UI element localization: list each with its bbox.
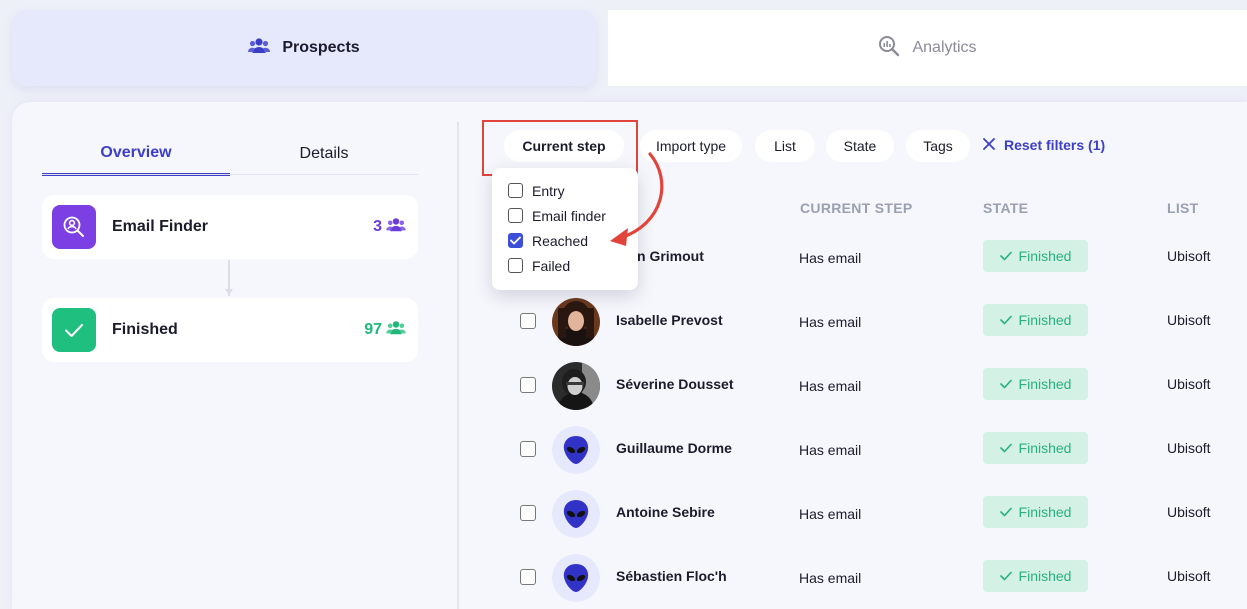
status-badge-label: Finished [1018, 312, 1072, 328]
column-header-list[interactable]: LIST [1167, 200, 1199, 216]
avatar [552, 362, 600, 410]
reset-filters-label: Reset filters (1) [1004, 137, 1106, 153]
row-checkbox[interactable] [520, 377, 536, 393]
filter-list[interactable]: List [755, 130, 815, 162]
top-tabs: Prospects Analytics [12, 10, 1247, 90]
check-icon [999, 568, 1012, 584]
prospect-list: Ubisoft [1167, 440, 1211, 456]
check-icon [999, 504, 1012, 520]
prospect-list: Ubisoft [1167, 376, 1211, 392]
status-badge: Finished [983, 304, 1088, 336]
prospect-name: Séverine Dousset [616, 376, 734, 392]
prospect-current-step: Has email [799, 314, 862, 330]
main-panel: Overview Details Email Finder 3 Finished… [12, 102, 1247, 609]
table-row[interactable]: Isabelle Prevost Has email Finished Ubis… [502, 290, 1247, 354]
check-icon [52, 308, 96, 352]
option-checkbox[interactable] [508, 183, 523, 198]
step-card-email-finder[interactable]: Email Finder 3 [42, 195, 418, 259]
filter-tags[interactable]: Tags [906, 130, 970, 162]
row-checkbox[interactable] [520, 313, 536, 329]
prospect-current-step: Has email [799, 378, 862, 394]
tab-analytics-label: Analytics [912, 39, 977, 56]
prospect-current-step: Has email [799, 506, 862, 522]
alien-avatar-icon [552, 426, 600, 474]
users-icon [248, 37, 271, 60]
prospect-current-step: Has email [799, 442, 862, 458]
step-count-value: 3 [373, 218, 382, 235]
prospect-list: Ubisoft [1167, 568, 1211, 584]
row-checkbox[interactable] [520, 441, 536, 457]
tab-prospects[interactable]: Prospects [12, 10, 596, 86]
close-icon [982, 137, 996, 154]
sidebar-tabs: Overview Details [42, 132, 418, 176]
status-badge: Finished [983, 368, 1088, 400]
table-row[interactable]: Sébastien Floc'h Has email Finished Ubis… [502, 546, 1247, 609]
check-icon [999, 376, 1012, 392]
table-row[interactable]: Séverine Dousset Has email Finished Ubis… [502, 354, 1247, 418]
reset-filters-button[interactable]: Reset filters (1) [982, 129, 1105, 161]
status-badge-label: Finished [1018, 568, 1072, 584]
avatar [552, 298, 600, 346]
prospect-current-step: Has email [799, 250, 862, 266]
step-name: Finished [112, 321, 178, 338]
table-row[interactable]: Antoine Sebire Has email Finished Ubisof… [502, 482, 1247, 546]
alien-avatar-icon [552, 490, 600, 538]
option-label: Entry [532, 182, 565, 199]
step-connector-arrow [225, 289, 233, 295]
tab-overview[interactable]: Overview [42, 132, 230, 176]
tab-details[interactable]: Details [230, 132, 418, 176]
row-checkbox[interactable] [520, 505, 536, 521]
alien-avatar-icon [552, 554, 600, 602]
table-row[interactable]: Guillaume Dorme Has email Finished Ubiso… [502, 418, 1247, 482]
option-checkbox[interactable] [508, 258, 523, 273]
panel-divider [457, 122, 459, 609]
step-count: 3 [373, 217, 406, 238]
filter-state[interactable]: State [826, 130, 894, 162]
column-header-current-step[interactable]: CURRENT STEP [800, 200, 913, 216]
prospect-current-step: Has email [799, 570, 862, 586]
annotation-arrow [610, 152, 664, 246]
option-label: Email finder [532, 207, 606, 224]
status-badge: Finished [983, 560, 1088, 592]
status-badge-label: Finished [1018, 376, 1072, 392]
users-icon [386, 320, 406, 341]
status-badge-label: Finished [1018, 504, 1072, 520]
status-badge-label: Finished [1018, 440, 1072, 456]
option-checkbox-checked[interactable] [508, 233, 523, 248]
step-card-finished[interactable]: Finished 97 [42, 298, 418, 362]
option-label: Reached [532, 232, 589, 249]
sidebar-tabs-divider [42, 174, 418, 175]
prospect-list: Ubisoft [1167, 248, 1211, 264]
prospect-name: Sébastien Floc'h [616, 568, 727, 584]
status-badge-label: Finished [1018, 248, 1072, 264]
check-icon [999, 248, 1012, 264]
check-icon [999, 312, 1012, 328]
prospect-list: Ubisoft [1167, 312, 1211, 328]
step-count: 97 [364, 320, 406, 341]
dropdown-option-failed[interactable]: Failed [508, 253, 638, 278]
users-icon [386, 217, 406, 238]
option-label: Failed [532, 257, 571, 274]
tab-analytics[interactable]: Analytics [608, 10, 1247, 86]
prospect-name: Antoine Sebire [616, 504, 715, 520]
prospect-name: Guillaume Dorme [616, 440, 732, 456]
status-badge: Finished [983, 496, 1088, 528]
status-badge: Finished [983, 240, 1088, 272]
prospect-list: Ubisoft [1167, 504, 1211, 520]
status-badge: Finished [983, 432, 1088, 464]
row-checkbox[interactable] [520, 569, 536, 585]
step-name: Email Finder [112, 218, 209, 235]
option-checkbox[interactable] [508, 208, 523, 223]
step-count-value: 97 [364, 321, 382, 338]
prospect-name: Isabelle Prevost [616, 312, 723, 328]
check-icon [999, 440, 1012, 456]
column-header-state[interactable]: STATE [983, 200, 1028, 216]
user-search-icon [52, 205, 96, 249]
analytics-search-icon [878, 35, 900, 62]
tab-prospects-label: Prospects [282, 39, 360, 56]
